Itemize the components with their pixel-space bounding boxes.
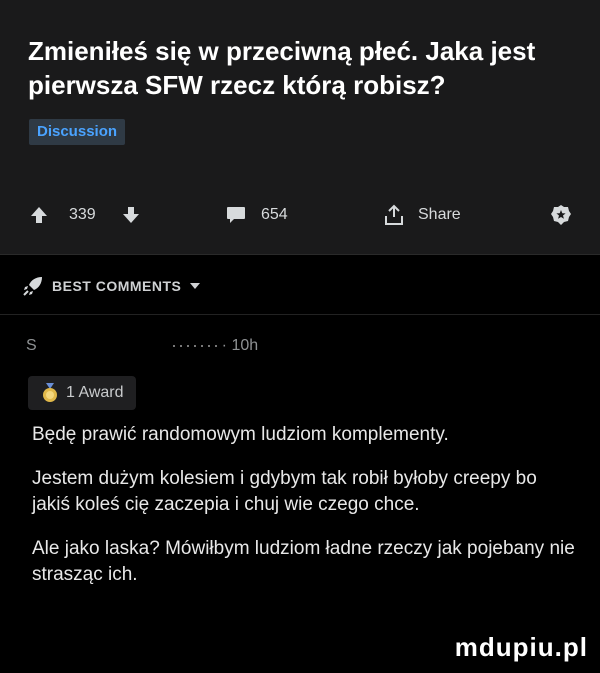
comments-button[interactable]: 654 bbox=[226, 198, 288, 232]
comment-paragraph: Będę prawić randomowym ludziom komplemen… bbox=[32, 424, 449, 445]
best-comments-label: BEST COMMENTS bbox=[52, 278, 182, 294]
rocket-icon bbox=[23, 277, 42, 296]
comment-meta: S · 10h bbox=[26, 336, 258, 356]
redacted-username bbox=[44, 338, 165, 354]
award-icon bbox=[551, 205, 571, 225]
vote-count: 339 bbox=[69, 206, 96, 223]
section-divider bbox=[0, 314, 600, 315]
share-icon bbox=[385, 204, 403, 225]
upvote-button[interactable] bbox=[30, 198, 48, 232]
comment-icon bbox=[227, 207, 245, 223]
chevron-down-icon bbox=[190, 283, 201, 289]
comment-paragraph: Ale jako laska? Mówiłbym ludziom ładne r… bbox=[32, 538, 575, 585]
site-watermark: mdupiu.pl bbox=[454, 632, 588, 662]
share-button[interactable]: Share bbox=[384, 198, 461, 232]
comment-body: Będę prawić randomowym ludziom komplemen… bbox=[32, 422, 580, 606]
comment-time: · 10h bbox=[221, 337, 259, 354]
post-title[interactable]: Zmieniłeś się w przeciwną płeć. Jaka jes… bbox=[28, 34, 588, 102]
upvote-icon[interactable] bbox=[30, 206, 48, 224]
post-action-bar: 339 654 Share bbox=[0, 198, 600, 232]
award-label: 1 Award bbox=[66, 384, 124, 401]
comment-paragraph: Jestem dużym kolesiem i gdybym tak robił… bbox=[32, 468, 537, 515]
award-medal-icon bbox=[43, 383, 57, 402]
comment-count: 654 bbox=[261, 206, 288, 223]
comment-author[interactable]: S bbox=[26, 337, 37, 355]
award-badge[interactable]: 1 Award bbox=[28, 376, 136, 410]
redaction-dots bbox=[172, 345, 218, 347]
post-card: Zmieniłeś się w przeciwną płeć. Jaka jes… bbox=[0, 0, 600, 254]
best-comments-bar[interactable]: BEST COMMENTS bbox=[0, 254, 600, 315]
give-award-button[interactable] bbox=[550, 198, 572, 232]
post-flair[interactable]: Discussion bbox=[29, 119, 126, 145]
share-label: Share bbox=[418, 206, 461, 223]
downvote-icon[interactable] bbox=[122, 206, 140, 224]
downvote-button[interactable] bbox=[122, 198, 140, 232]
